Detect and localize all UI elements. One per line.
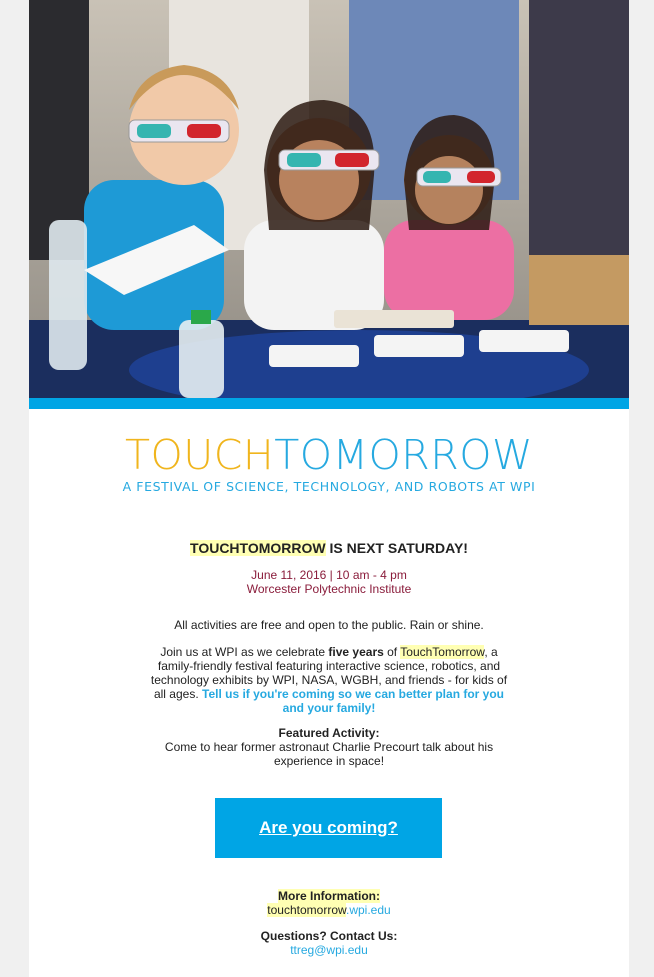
featured-label: Featured Activity:: [278, 726, 380, 740]
body-text-a: Join us at WPI as we celebrate: [160, 645, 329, 659]
more-info-label: More Information:: [278, 889, 380, 903]
logo-tomorrow-text: TOMORROW: [274, 431, 534, 479]
logo-tagline: A FESTIVAL OF SCIENCE, TECHNOLOGY, AND R…: [122, 479, 536, 494]
event-venue: Worcester Polytechnic Institute: [246, 582, 412, 596]
body-paragraph: Join us at WPI as we celebrate five year…: [144, 645, 514, 715]
event-details: June 11, 2016 | 10 am - 4 pm Worcester P…: [29, 568, 629, 596]
blue-divider-band: [29, 398, 629, 409]
headline: TOUCHTOMORROW IS NEXT SATURDAY!: [29, 540, 629, 556]
hero-photo: [29, 0, 629, 398]
contact-us: Questions? Contact Us: ttreg@wpi.edu: [29, 929, 629, 957]
cta-label[interactable]: Are you coming?: [259, 818, 398, 838]
headline-rest: IS NEXT SATURDAY!: [325, 540, 468, 556]
more-info-link-rest[interactable]: .wpi.edu: [346, 903, 391, 917]
more-info-link-highlight[interactable]: touchtomorrow: [267, 903, 346, 917]
headline-highlight: TOUCHTOMORROW: [190, 540, 326, 556]
email-body: TOUCHTOMORROW A FESTIVAL OF SCIENCE, TEC…: [29, 0, 629, 977]
rsvp-link[interactable]: Tell us if you're coming so we can bette…: [202, 687, 504, 715]
more-information: More Information: touchtomorrow.wpi.edu: [29, 889, 629, 917]
body-bold: five years: [328, 645, 384, 659]
body-highlight: TouchTomorrow: [400, 645, 485, 659]
contact-email-link[interactable]: ttreg@wpi.edu: [29, 943, 629, 957]
event-date: June 11, 2016 | 10 am - 4 pm: [251, 568, 407, 582]
kids-with-3d-glasses-illustration: [29, 0, 629, 398]
featured-activity: Featured Activity: Come to hear former a…: [144, 726, 514, 768]
touchtomorrow-logo: TOUCHTOMORROW A FESTIVAL OF SCIENCE, TEC…: [29, 433, 629, 494]
featured-text: Come to hear former astronaut Charlie Pr…: [164, 740, 494, 768]
body-text-b: of: [383, 645, 401, 659]
questions-label: Questions? Contact Us:: [260, 929, 398, 943]
logo-touch-text: TOUCH: [124, 431, 275, 479]
intro-paragraph: All activities are free and open to the …: [174, 618, 484, 632]
are-you-coming-button[interactable]: Are you coming?: [215, 798, 442, 858]
more-info-link[interactable]: touchtomorrow.wpi.edu: [29, 903, 629, 917]
